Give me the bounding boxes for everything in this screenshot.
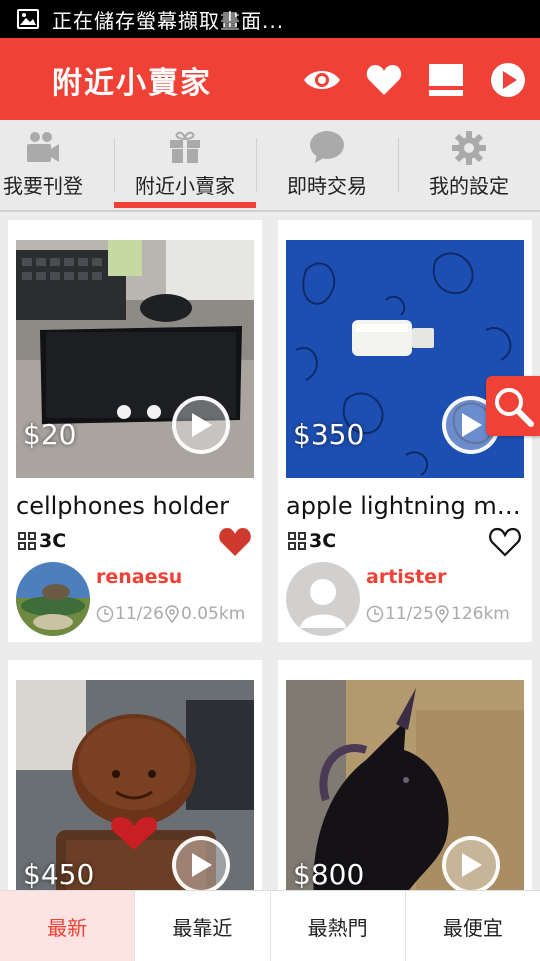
listing-category: 3C xyxy=(288,530,336,552)
search-button[interactable] xyxy=(486,376,540,436)
sort-bar: 最新 最靠近 最熱門 最便宜 xyxy=(0,890,540,961)
favorite-heart-icon[interactable] xyxy=(218,526,252,558)
eye-icon[interactable] xyxy=(302,60,342,100)
listing-meta: 11/26 0.05km xyxy=(96,604,245,624)
heart-icon[interactable] xyxy=(364,60,404,100)
listing-card[interactable]: $20 cellphones holder 3C renaesu 11/26 0… xyxy=(8,220,262,642)
favorite-heart-outline-icon[interactable] xyxy=(488,526,522,558)
listing-card[interactable]: $450 xyxy=(8,660,262,890)
listing-title: cellphones holder xyxy=(16,492,229,520)
tab-live-trade[interactable]: 即時交易 xyxy=(256,120,398,210)
tab-my-settings[interactable]: 我的設定 xyxy=(398,120,540,210)
sort-newest-button[interactable]: 最新 xyxy=(0,891,136,961)
listing-category: 3C xyxy=(18,530,66,552)
selected-tab-indicator xyxy=(114,202,256,208)
location-pin-icon xyxy=(165,605,179,623)
app-bar: 附近小賣家 xyxy=(0,38,540,120)
seller-avatar-placeholder[interactable] xyxy=(286,562,360,636)
category-grid-icon xyxy=(18,532,36,550)
sort-nearest-button[interactable]: 最靠近 xyxy=(135,891,271,961)
image-icon xyxy=(17,9,39,29)
listing-meta: 11/25 126km xyxy=(366,604,510,624)
sort-popular-button[interactable]: 最熱門 xyxy=(271,891,406,961)
category-grid-icon xyxy=(288,532,306,550)
tab-bar: 我要刊登 附近小賣家 即時交易 我的設定 xyxy=(0,120,540,212)
status-text: 正在儲存螢幕擷取畫面... xyxy=(52,8,285,33)
listing-price: $20 xyxy=(23,418,77,451)
app-title: 附近小賣家 xyxy=(52,66,212,101)
tab-nearby-sellers[interactable]: 附近小賣家 xyxy=(114,120,256,210)
play-icon[interactable] xyxy=(488,60,528,100)
clock-icon xyxy=(96,605,114,623)
sort-cheapest-button[interactable]: 最便宜 xyxy=(406,891,540,961)
video-play-icon[interactable] xyxy=(442,836,500,890)
status-bar: 正在儲存螢幕擷取畫面... xyxy=(0,0,540,38)
video-play-icon[interactable] xyxy=(172,836,230,890)
tab-post[interactable]: 我要刊登 xyxy=(0,120,114,210)
seller-avatar[interactable] xyxy=(16,562,90,636)
seller-name[interactable]: artister xyxy=(366,566,446,588)
seller-name[interactable]: renaesu xyxy=(96,566,182,588)
gift-icon xyxy=(170,131,200,163)
search-icon xyxy=(495,388,534,427)
listing-price: $350 xyxy=(293,418,365,451)
listing-card[interactable]: $800 xyxy=(278,660,532,890)
clock-icon xyxy=(366,605,384,623)
listing-price: $450 xyxy=(23,858,95,890)
listing-price: $800 xyxy=(293,858,365,890)
gear-icon xyxy=(452,131,486,165)
video-play-icon[interactable] xyxy=(172,396,230,454)
list-icon[interactable] xyxy=(426,60,466,100)
camera-icon xyxy=(27,132,59,162)
listing-title: apple lightning mi... xyxy=(286,492,526,520)
chat-bubble-icon xyxy=(310,131,344,163)
location-pin-icon xyxy=(435,605,449,623)
